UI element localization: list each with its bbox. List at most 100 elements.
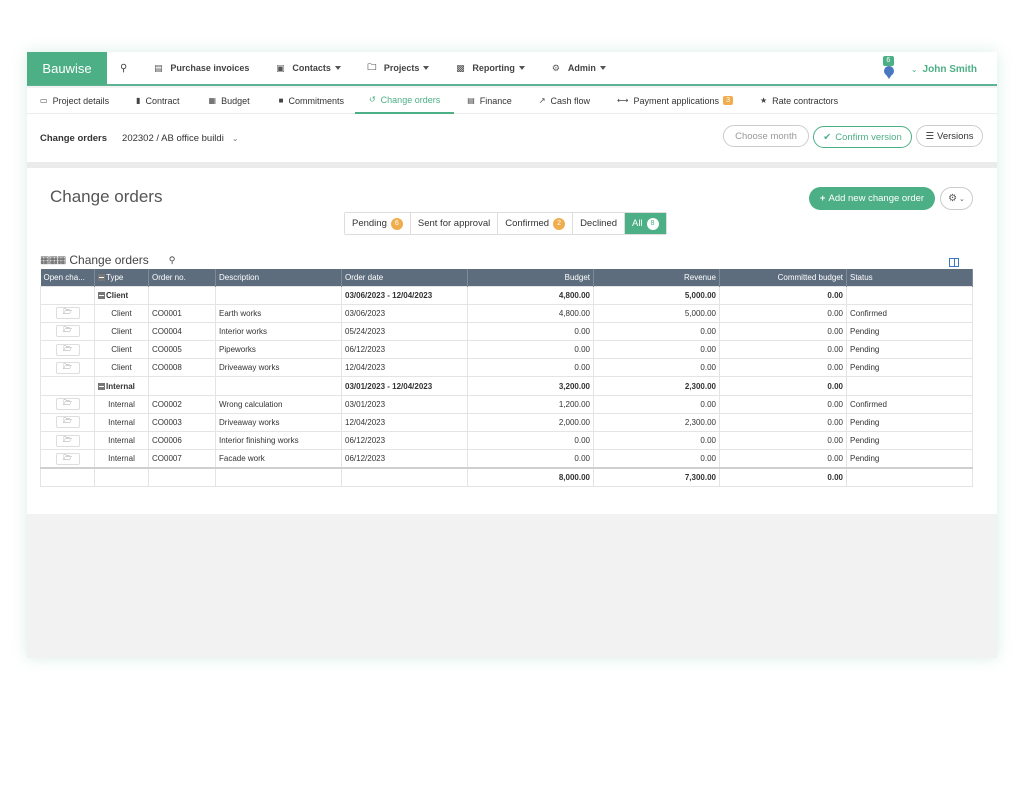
caret-down-icon — [423, 66, 430, 70]
col-order-no[interactable]: Order no. — [148, 269, 216, 286]
filter-confirmed[interactable]: Confirmed 2 — [498, 213, 574, 234]
chevron-down-icon[interactable]: ⌄ — [232, 134, 239, 143]
group-row[interactable]: Internal 03/01/2023 - 12/04/2023 3,200.0… — [40, 376, 973, 396]
collapse-icon — [98, 382, 105, 390]
book-icon: ▤ — [154, 62, 163, 73]
context-label: Change orders — [40, 132, 108, 144]
open-folder-icon[interactable]: 🗁 — [55, 343, 80, 356]
chevron-down-icon[interactable]: ⌄ — [911, 65, 918, 74]
open-folder-icon[interactable]: 🗁 — [55, 398, 80, 411]
table-row[interactable]: 🗁 Client CO0008 Driveaway works 12/04/20… — [40, 358, 973, 378]
filter-label: Pending — [352, 218, 387, 229]
caret-down-icon — [518, 66, 525, 70]
table-row[interactable]: 🗁 Client CO0001 Earth works 03/06/2023 4… — [40, 303, 973, 323]
nav-label: Reporting — [472, 63, 515, 73]
monitor-icon: ▭ — [40, 96, 48, 105]
tab-label: Change orders — [380, 94, 441, 105]
nav-label: Admin — [567, 63, 596, 73]
col-budget[interactable]: Budget — [467, 269, 594, 286]
app-window: Bauwise ⚲ ▤ Purchase invoices ▣ Contacts… — [27, 52, 997, 658]
group-row[interactable]: Client 03/06/2023 - 12/04/2023 4,800.00 … — [40, 285, 973, 305]
line-chart-icon: ↗ — [538, 96, 546, 105]
table-row[interactable]: 🗁 Internal CO0007 Facade work 06/12/2023… — [40, 449, 973, 469]
col-type[interactable]: Type — [94, 269, 149, 286]
grid-icon: ▦▦▦ — [40, 254, 66, 266]
col-open[interactable]: Open cha... — [40, 269, 95, 286]
tab-project-details[interactable]: ▭ Project details — [27, 88, 120, 114]
nav-admin[interactable]: ⚙ Admin — [551, 63, 606, 74]
col-description[interactable]: Description — [215, 269, 342, 286]
group-budget: 3,200.00 — [467, 376, 594, 396]
col-order-date[interactable]: Order date — [341, 269, 468, 286]
group-revenue: 2,300.00 — [593, 376, 720, 396]
filter-count: 6 — [390, 217, 403, 230]
col-revenue[interactable]: Revenue — [593, 269, 720, 286]
tab-rate-contractors[interactable]: ★ Rate contractors — [744, 88, 849, 114]
group-name[interactable]: Client — [94, 285, 149, 305]
table-row[interactable]: 🗁 Internal CO0002 Wrong calculation 03/0… — [40, 394, 973, 414]
tab-commitments[interactable]: ■ Commitments — [261, 88, 355, 114]
top-navigation: Bauwise ⚲ ▤ Purchase invoices ▣ Contacts… — [27, 52, 997, 86]
user-menu[interactable]: John Smith — [923, 64, 977, 75]
nav-reporting[interactable]: ▩ Reporting — [455, 63, 525, 74]
filter-all[interactable]: All 8 — [625, 213, 666, 234]
search-icon[interactable]: ⚲ — [120, 63, 127, 74]
group-committed: 0.00 — [719, 285, 847, 305]
confirm-version-button[interactable]: ✔ Confirm version — [813, 126, 912, 148]
column-chooser-icon[interactable] — [949, 258, 959, 267]
tab-finance[interactable]: ▤ Finance — [454, 88, 523, 114]
tab-label: Commitments — [288, 95, 344, 106]
nav-label: Contacts — [292, 63, 331, 73]
versions-button[interactable]: ☰ Versions — [916, 125, 983, 147]
open-folder-icon[interactable]: 🗁 — [55, 434, 80, 447]
tab-label: Contract — [145, 95, 180, 106]
total-committed: 0.00 — [719, 466, 847, 487]
filter-sent-for-approval[interactable]: Sent for approval — [410, 213, 499, 234]
tab-contract[interactable]: ▮ Contract — [120, 88, 190, 114]
list-icon: ☰ — [925, 130, 935, 142]
button-label: Versions — [937, 130, 974, 142]
nav-purchase-invoices[interactable]: ▤ Purchase invoices — [153, 63, 249, 74]
table-row[interactable]: 🗁 Client CO0005 Pipeworks 06/12/2023 0.0… — [40, 340, 973, 360]
table-row[interactable]: 🗁 Internal CO0006 Interior finishing wor… — [40, 430, 973, 451]
group-name[interactable]: Internal — [94, 376, 149, 396]
open-folder-icon[interactable]: 🗁 — [55, 307, 80, 320]
add-change-order-button[interactable]: + Add new change order — [809, 187, 935, 210]
page-title: Change orders — [50, 187, 163, 206]
tab-budget[interactable]: ▦ Budget — [191, 88, 261, 114]
table-row[interactable]: 🗁 Client CO0004 Interior works 05/24/202… — [40, 321, 973, 342]
open-folder-icon[interactable]: 🗁 — [55, 416, 80, 429]
filter-pending[interactable]: Pending 6 — [345, 213, 411, 234]
collapse-icon — [98, 291, 105, 299]
check-icon: ✔ — [823, 131, 832, 143]
settings-dropdown-button[interactable]: ⚙ ⌄ — [940, 187, 973, 210]
nav-label: Purchase invoices — [170, 63, 250, 73]
nav-label: Projects — [383, 63, 420, 73]
change-orders-grid: Open cha... Type Order no. Description O… — [40, 269, 973, 487]
nav-contacts[interactable]: ▣ Contacts — [275, 63, 341, 74]
col-status[interactable]: Status — [846, 269, 973, 286]
tab-cash-flow[interactable]: ↗ Cash flow — [523, 88, 601, 114]
tab-label: Project details — [52, 95, 110, 106]
open-folder-icon[interactable]: 🗁 — [55, 325, 80, 338]
choose-month-input[interactable]: Choose month — [723, 125, 809, 147]
table-row[interactable]: 🗁 Internal CO0003 Driveaway works 12/04/… — [40, 412, 973, 433]
bar-chart-icon: ▩ — [456, 62, 465, 73]
filter-declined[interactable]: Declined — [573, 213, 626, 234]
open-folder-icon[interactable]: 🗁 — [55, 361, 80, 374]
share-icon: ⟷ — [617, 96, 629, 105]
search-icon[interactable]: ⚲ — [169, 255, 176, 266]
project-selector[interactable]: 202302 / AB office buildi — [122, 133, 224, 144]
caret-down-icon — [334, 66, 341, 70]
award-ribbon-icon[interactable]: 6 — [882, 56, 895, 79]
tab-change-orders[interactable]: ↺ Change orders — [354, 88, 455, 114]
brand-logo[interactable]: Bauwise — [27, 52, 107, 85]
change-orders-table: Open cha... Type Order no. Description O… — [40, 269, 973, 487]
gear-icon: ⚙ — [551, 62, 560, 73]
grid-header: ▦▦▦ Change orders ⚲ — [40, 253, 175, 267]
tab-payment-applications[interactable]: ⟷ Payment applications 3 — [601, 88, 744, 114]
open-folder-icon[interactable]: 🗁 — [55, 452, 80, 465]
button-label: Confirm version — [835, 131, 902, 143]
col-committed-budget[interactable]: Committed budget — [719, 269, 847, 286]
nav-projects[interactable]: 🗀 Projects — [367, 60, 430, 76]
